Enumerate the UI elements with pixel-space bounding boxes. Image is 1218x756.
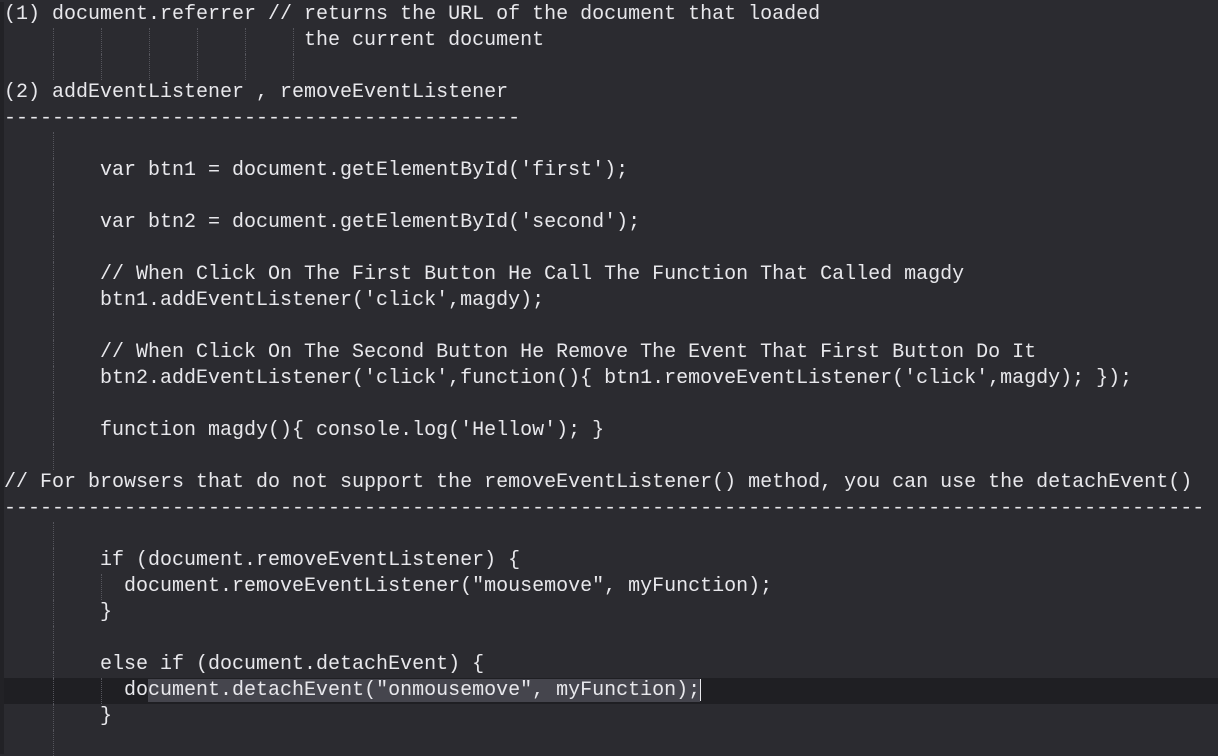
code-text: btn1.addEventListener('click',magdy); <box>4 289 545 312</box>
code-line[interactable] <box>4 392 1218 418</box>
code-line[interactable] <box>4 730 1218 756</box>
code-line[interactable] <box>4 626 1218 652</box>
code-line[interactable]: document.removeEventListener("mousemove"… <box>4 574 1218 600</box>
indent-guide <box>53 314 54 340</box>
code-line[interactable] <box>4 444 1218 470</box>
code-line[interactable]: (1) document.referrer // returns the URL… <box>4 2 1218 28</box>
code-line[interactable]: ----------------------------------------… <box>4 106 1218 132</box>
code-line[interactable]: var btn1 = document.getElementById('firs… <box>4 158 1218 184</box>
code-line[interactable] <box>4 314 1218 340</box>
code-line[interactable]: document.detachEvent("onmousemove", myFu… <box>4 678 1218 704</box>
code-line[interactable]: // When Click On The First Button He Cal… <box>4 262 1218 288</box>
code-line[interactable]: the current document <box>4 28 1218 54</box>
code-line[interactable]: if (document.removeEventListener) { <box>4 548 1218 574</box>
code-line[interactable]: } <box>4 704 1218 730</box>
code-text: (2) addEventListener , removeEventListen… <box>4 81 509 104</box>
code-text: ----------------------------------------… <box>4 107 521 130</box>
code-text: ----------------------------------------… <box>4 497 1205 520</box>
code-line[interactable] <box>4 132 1218 158</box>
text-cursor <box>700 678 702 701</box>
code-text: btn2.addEventListener('click',function()… <box>4 367 1133 390</box>
code-text: // For browsers that do not support the … <box>4 471 1193 494</box>
indent-guide <box>53 236 54 262</box>
indent-guide <box>53 444 54 470</box>
text-selection: cument.detachEvent("onmousemove", myFunc… <box>148 679 701 702</box>
indent-guide <box>149 54 150 80</box>
code-line[interactable] <box>4 522 1218 548</box>
code-text: the current document <box>4 29 545 52</box>
code-line[interactable]: // When Click On The Second Button He Re… <box>4 340 1218 366</box>
code-text: var btn1 = document.getElementById('firs… <box>4 159 629 182</box>
code-text: if (document.removeEventListener) { <box>4 549 521 572</box>
indent-guide <box>53 184 54 210</box>
indent-guide <box>53 730 54 756</box>
code-line[interactable]: (2) addEventListener , removeEventListen… <box>4 80 1218 106</box>
code-text: } <box>4 601 113 624</box>
code-text: (1) document.referrer // returns the URL… <box>4 3 821 26</box>
code-line[interactable]: var btn2 = document.getElementById('seco… <box>4 210 1218 236</box>
code-line[interactable]: function magdy(){ console.log('Hellow');… <box>4 418 1218 444</box>
indent-guide <box>53 132 54 158</box>
code-text: document.detachEvent("onmousemove", myFu… <box>4 678 702 702</box>
indent-guide <box>293 54 294 80</box>
code-text: else if (document.detachEvent) { <box>4 653 485 676</box>
code-line[interactable]: btn2.addEventListener('click',function()… <box>4 366 1218 392</box>
code-line[interactable] <box>4 54 1218 80</box>
code-line[interactable]: } <box>4 600 1218 626</box>
code-text: } <box>4 705 113 728</box>
code-line[interactable]: btn1.addEventListener('click',magdy); <box>4 288 1218 314</box>
indent-guide <box>53 522 54 548</box>
code-line[interactable]: // For browsers that do not support the … <box>4 470 1218 496</box>
code-line[interactable] <box>4 184 1218 210</box>
code-text: // When Click On The Second Button He Re… <box>4 341 1037 364</box>
indent-guide <box>53 54 54 80</box>
indent-guide <box>101 54 102 80</box>
indent-guide <box>53 626 54 652</box>
indent-guide <box>197 54 198 80</box>
code-line[interactable]: else if (document.detachEvent) { <box>4 652 1218 678</box>
indent-guide <box>53 392 54 418</box>
code-text: // When Click On The First Button He Cal… <box>4 263 965 286</box>
code-editor[interactable]: (1) document.referrer // returns the URL… <box>0 2 1218 756</box>
code-line[interactable] <box>4 236 1218 262</box>
indent-guide <box>245 54 246 80</box>
code-line[interactable]: ----------------------------------------… <box>4 496 1218 522</box>
code-text: var btn2 = document.getElementById('seco… <box>4 211 641 234</box>
code-text: document.removeEventListener("mousemove"… <box>4 575 773 598</box>
code-text: function magdy(){ console.log('Hellow');… <box>4 419 605 442</box>
